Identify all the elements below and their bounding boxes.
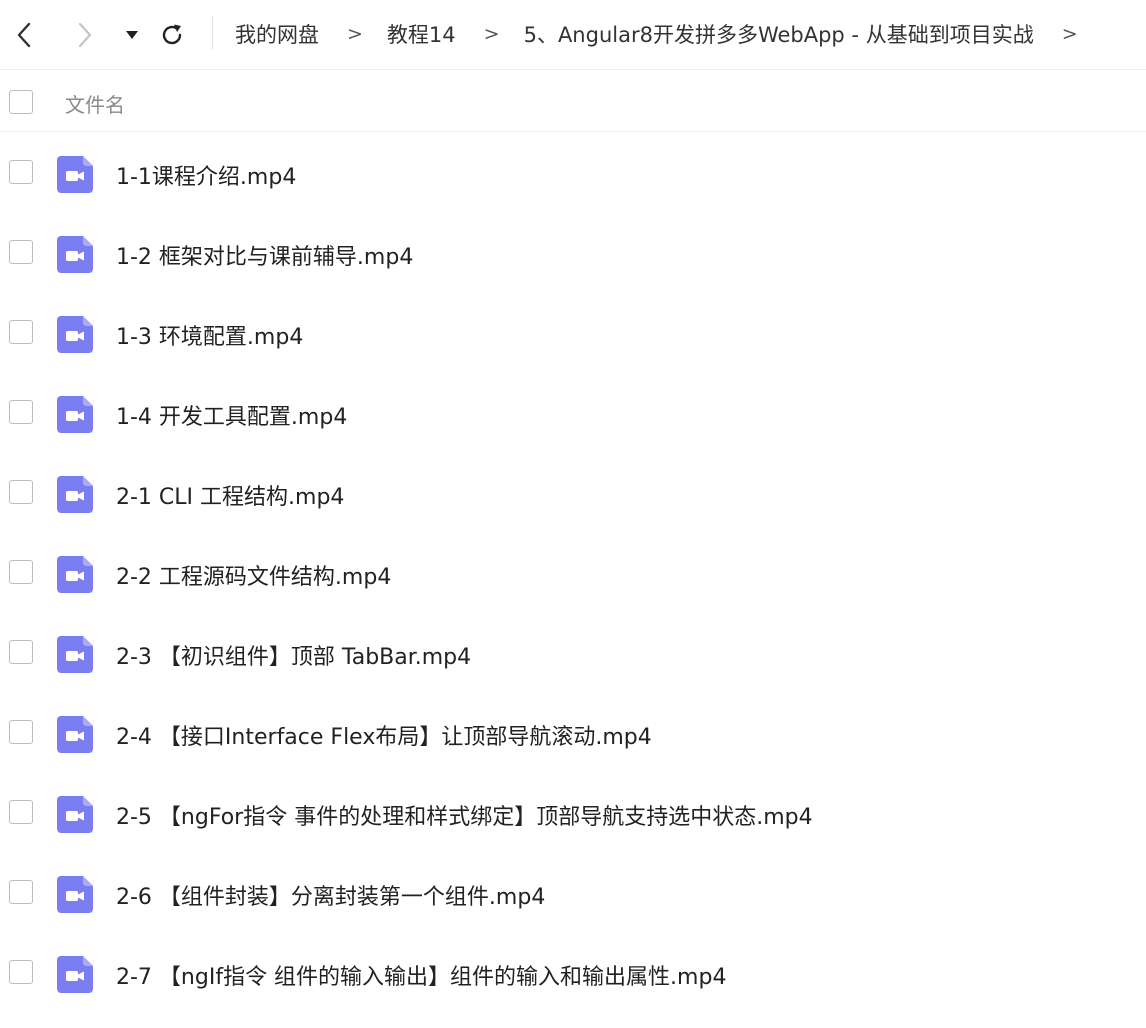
video-file-icon: [57, 636, 93, 673]
forward-button[interactable]: [70, 20, 100, 50]
file-row[interactable]: 2-6 【组件封装】分离封装第一个组件.mp4: [0, 854, 1146, 934]
back-button[interactable]: [9, 20, 39, 50]
file-checkbox[interactable]: [9, 880, 33, 904]
file-name[interactable]: 1-1课程介绍.mp4: [116, 159, 296, 191]
file-row[interactable]: 2-1 CLI 工程结构.mp4: [0, 454, 1146, 534]
video-file-icon: [57, 316, 93, 353]
breadcrumb-item-folder[interactable]: 教程14: [387, 19, 456, 49]
breadcrumb-separator: >: [1061, 23, 1078, 45]
file-list-header: 文件名: [0, 72, 1146, 132]
file-row[interactable]: 1-2 框架对比与课前辅导.mp4: [0, 214, 1146, 294]
file-name[interactable]: 2-7 【ngIf指令 组件的输入输出】组件的输入和输出属性.mp4: [116, 959, 726, 991]
file-checkbox[interactable]: [9, 400, 33, 424]
file-row[interactable]: 1-3 环境配置.mp4: [0, 294, 1146, 374]
video-file-icon: [57, 396, 93, 433]
file-name[interactable]: 2-4 【接口Interface Flex布局】让顶部导航滚动.mp4: [116, 719, 652, 751]
file-checkbox[interactable]: [9, 320, 33, 344]
file-checkbox[interactable]: [9, 240, 33, 264]
video-file-icon: [57, 236, 93, 273]
file-name[interactable]: 2-5 【ngFor指令 事件的处理和样式绑定】顶部导航支持选中状态.mp4: [116, 799, 813, 831]
chevron-left-icon: [17, 22, 31, 48]
file-row[interactable]: 1-4 开发工具配置.mp4: [0, 374, 1146, 454]
file-name[interactable]: 1-4 开发工具配置.mp4: [116, 399, 347, 431]
video-file-icon: [57, 956, 93, 993]
file-checkbox[interactable]: [9, 160, 33, 184]
file-checkbox[interactable]: [9, 720, 33, 744]
file-name[interactable]: 2-6 【组件封装】分离封装第一个组件.mp4: [116, 879, 545, 911]
video-file-icon: [57, 476, 93, 513]
column-header-filename[interactable]: 文件名: [65, 89, 125, 118]
file-row[interactable]: 2-3 【初识组件】顶部 TabBar.mp4: [0, 614, 1146, 694]
file-row[interactable]: 2-7 【ngIf指令 组件的输入输出】组件的输入和输出属性.mp4: [0, 934, 1146, 1014]
breadcrumb: 我的网盘 > 教程14 > 5、Angular8开发拼多多WebApp - 从基…: [235, 18, 1098, 50]
file-checkbox[interactable]: [9, 800, 33, 824]
breadcrumb-item-root[interactable]: 我的网盘: [235, 19, 319, 49]
select-all-checkbox[interactable]: [9, 90, 33, 114]
video-file-icon: [57, 796, 93, 833]
refresh-button[interactable]: [157, 20, 187, 50]
file-name[interactable]: 2-2 工程源码文件结构.mp4: [116, 559, 391, 591]
toolbar: 我的网盘 > 教程14 > 5、Angular8开发拼多多WebApp - 从基…: [0, 0, 1146, 70]
breadcrumb-item-current[interactable]: 5、Angular8开发拼多多WebApp - 从基础到项目实战: [524, 19, 1034, 49]
file-row[interactable]: 2-5 【ngFor指令 事件的处理和样式绑定】顶部导航支持选中状态.mp4: [0, 774, 1146, 854]
file-checkbox[interactable]: [9, 560, 33, 584]
chevron-right-icon: [78, 22, 92, 48]
breadcrumb-separator: >: [347, 23, 363, 45]
video-file-icon: [57, 556, 93, 593]
file-name[interactable]: 1-3 环境配置.mp4: [116, 319, 303, 351]
video-file-icon: [57, 156, 93, 193]
breadcrumb-separator: >: [483, 23, 500, 45]
video-file-icon: [57, 716, 93, 753]
file-name[interactable]: 1-2 框架对比与课前辅导.mp4: [116, 239, 413, 271]
refresh-icon: [162, 24, 182, 45]
file-row[interactable]: 1-1课程介绍.mp4: [0, 134, 1146, 214]
caret-down-icon: [126, 31, 138, 39]
video-file-icon: [57, 876, 93, 913]
file-checkbox[interactable]: [9, 480, 33, 504]
file-name[interactable]: 2-3 【初识组件】顶部 TabBar.mp4: [116, 639, 471, 671]
history-dropdown-button[interactable]: [117, 20, 147, 50]
file-name[interactable]: 2-1 CLI 工程结构.mp4: [116, 479, 344, 511]
file-checkbox[interactable]: [9, 960, 33, 984]
file-row[interactable]: 2-2 工程源码文件结构.mp4: [0, 534, 1146, 614]
file-row[interactable]: 2-4 【接口Interface Flex布局】让顶部导航滚动.mp4: [0, 694, 1146, 774]
toolbar-divider: [212, 16, 213, 50]
file-checkbox[interactable]: [9, 640, 33, 664]
